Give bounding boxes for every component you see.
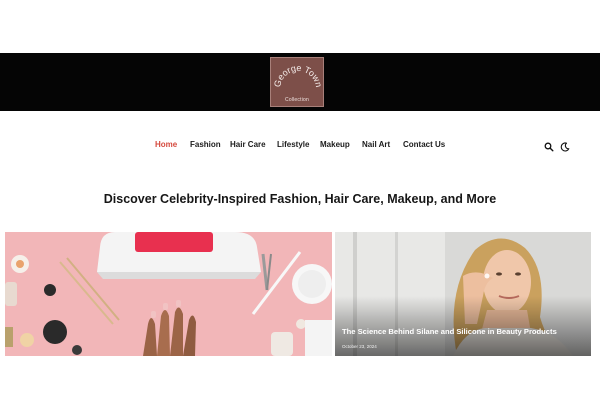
logo-subtitle: Collection: [285, 97, 309, 103]
nav-home[interactable]: Home: [155, 140, 177, 149]
dark-mode-icon[interactable]: [560, 139, 570, 152]
nav-hair-care[interactable]: Hair Care: [230, 140, 266, 149]
post-card[interactable]: The Science Behind Silane and Silicone i…: [335, 232, 591, 356]
top-spacer: [0, 0, 600, 53]
nav-makeup[interactable]: Makeup: [320, 140, 350, 149]
main-nav: Home Fashion Hair Care Lifestyle Makeup …: [0, 140, 600, 152]
post-title[interactable]: The Science Behind Silane and Silicone i…: [342, 327, 557, 336]
site-logo[interactable]: George Town Collection: [270, 57, 324, 107]
post-date: October 23, 2024: [342, 344, 377, 349]
featured-post-card[interactable]: [5, 232, 332, 356]
nav-lifestyle[interactable]: Lifestyle: [277, 140, 309, 149]
nail-lamp-manicure-photo: [5, 232, 332, 356]
nav-contact-us[interactable]: Contact Us: [403, 140, 445, 149]
nav-fashion[interactable]: Fashion: [190, 140, 221, 149]
logo-title: George Town: [272, 63, 324, 88]
svg-text:George Town: George Town: [272, 63, 324, 88]
nav-nail-art[interactable]: Nail Art: [362, 140, 390, 149]
page-headline: Discover Celebrity-Inspired Fashion, Hai…: [103, 192, 497, 206]
search-icon[interactable]: [544, 139, 554, 152]
